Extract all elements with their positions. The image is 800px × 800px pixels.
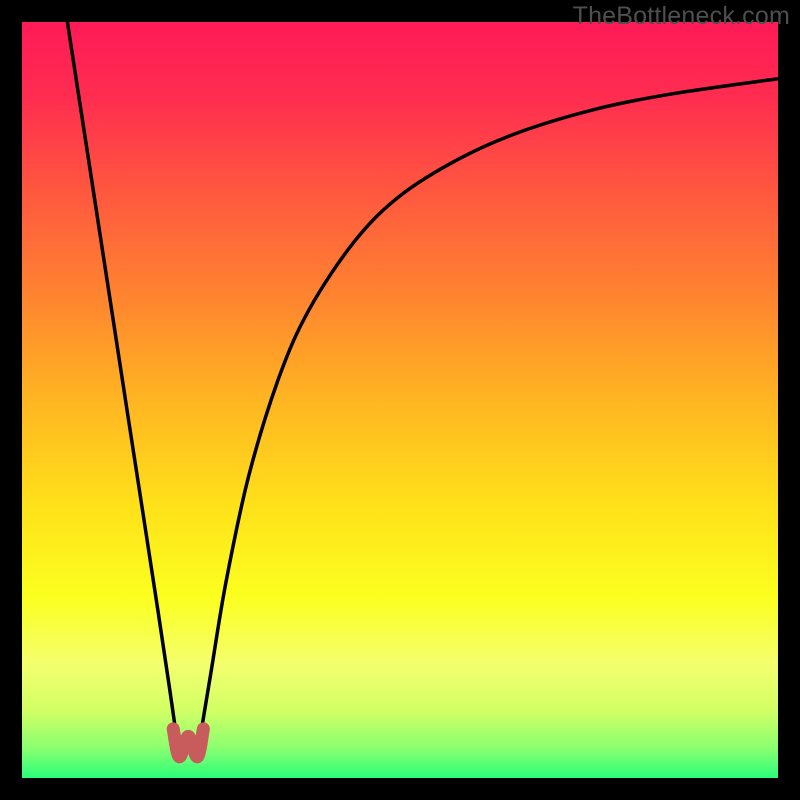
dip-marker (173, 729, 203, 757)
bottleneck-curve-chart (22, 22, 778, 778)
plot-area (22, 22, 778, 778)
gradient-background (22, 22, 778, 778)
chart-frame: TheBottleneck.com (0, 0, 800, 800)
watermark-text: TheBottleneck.com (573, 2, 790, 31)
